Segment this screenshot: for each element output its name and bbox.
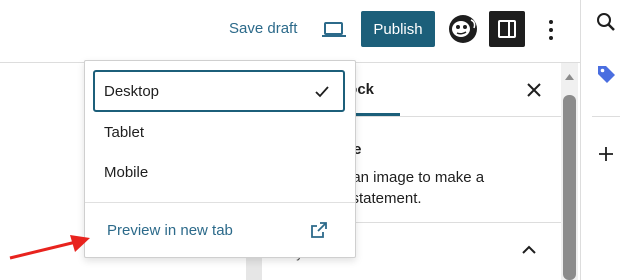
device-preview-menu: Desktop Tablet Mobile Preview in new tab <box>84 60 356 258</box>
menu-item-mobile[interactable]: Mobile <box>93 151 345 193</box>
publish-button[interactable]: Publish <box>361 11 435 47</box>
menu-item-label: Desktop <box>104 82 160 100</box>
preview-in-new-tab-link[interactable]: Preview in new tab <box>93 211 345 249</box>
user-avatar-button[interactable] <box>446 12 480 46</box>
sidebar-toggle-icon <box>498 20 516 38</box>
settings-sidebar-toggle[interactable] <box>489 11 525 47</box>
search-icon[interactable] <box>594 10 618 34</box>
block-description: t an image to make a l statement. <box>344 169 485 207</box>
menu-separator <box>85 202 355 203</box>
annotation-arrow-icon <box>9 235 90 260</box>
plus-icon[interactable] <box>596 144 616 164</box>
menu-item-desktop[interactable]: Desktop <box>93 70 345 112</box>
tag-icon[interactable] <box>594 62 618 86</box>
edge-panel <box>580 0 620 280</box>
menu-item-label: Tablet <box>104 123 145 141</box>
close-icon <box>527 83 541 97</box>
close-panel-button[interactable] <box>524 80 544 100</box>
more-vertical-icon <box>549 20 553 40</box>
save-draft-button[interactable]: Save draft <box>229 20 297 37</box>
edge-separator <box>592 116 620 117</box>
menu-item-label: Mobile <box>104 163 149 181</box>
device-preview-button[interactable] <box>318 18 350 42</box>
styles-toggle[interactable] <box>519 240 539 260</box>
scrollbar-thumb[interactable] <box>563 95 576 280</box>
check-icon <box>315 86 329 98</box>
scroll-up-icon[interactable] <box>563 70 576 84</box>
user-avatar-icon <box>449 15 477 43</box>
chevron-up-icon <box>522 245 536 254</box>
external-link-icon <box>311 222 327 238</box>
preview-link-label: Preview in new tab <box>107 221 233 239</box>
menu-item-tablet[interactable]: Tablet <box>93 111 345 153</box>
more-options-button[interactable] <box>543 16 559 44</box>
laptop-icon <box>322 22 346 37</box>
